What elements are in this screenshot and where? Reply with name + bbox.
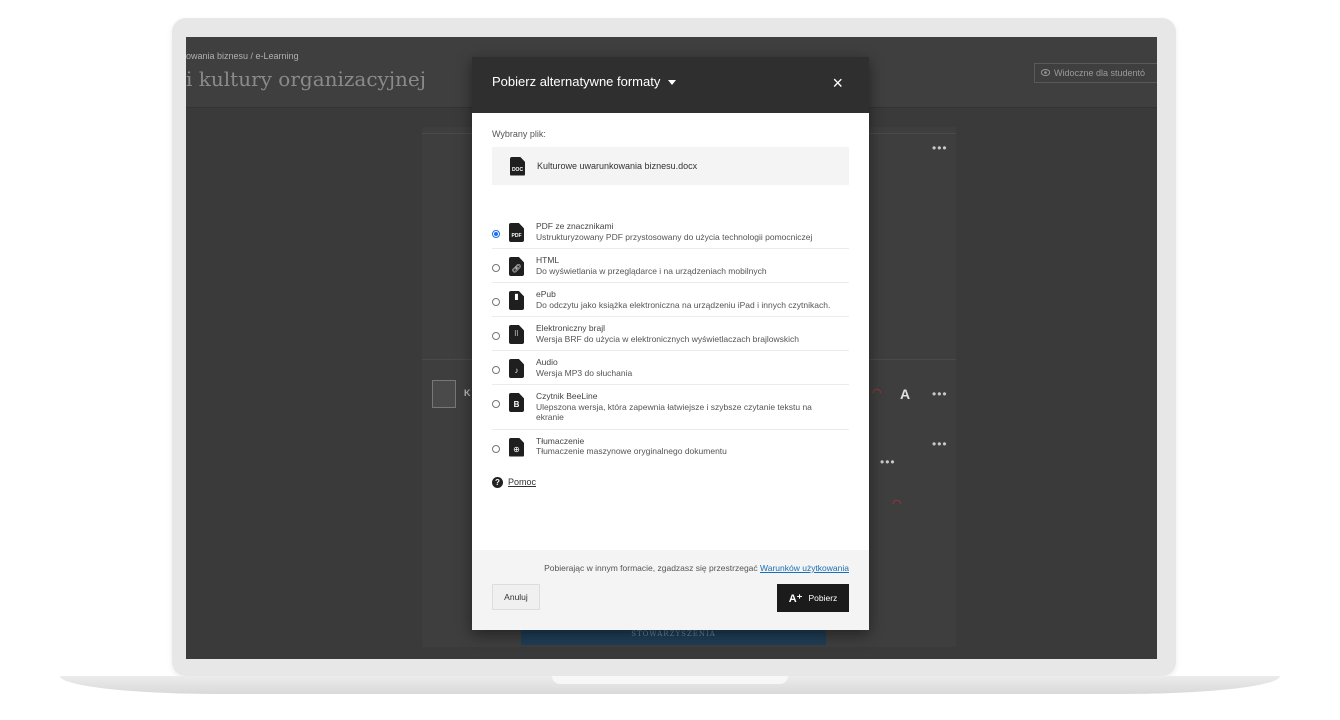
format-option-braille[interactable]: ⠿ Elektroniczny brajl Wersja BRF do użyci… xyxy=(492,317,849,351)
close-icon[interactable]: × xyxy=(832,73,843,94)
dialog-title: Pobierz alternatywne formaty xyxy=(492,74,661,89)
chevron-down-icon xyxy=(668,80,677,85)
breadcrumb[interactable]: owania biznesu / e-Learning xyxy=(186,51,299,61)
format-name: Czytnik BeeLine xyxy=(536,391,598,401)
alternative-formats-dialog: Pobierz alternatywne formaty × Wybrany p… xyxy=(472,57,869,630)
pdf-icon: PDF xyxy=(509,223,524,242)
format-name: PDF ze znacznikami xyxy=(536,221,614,231)
download-label: Pobierz xyxy=(808,593,838,603)
format-option-html[interactable]: 🔗︎ HTML Do wyświetlania w przeglądarce i … xyxy=(492,249,849,283)
pdf-icon-tag: PDF xyxy=(511,233,522,239)
radio-translation[interactable] xyxy=(492,444,500,453)
format-option-pdf[interactable]: PDF PDF ze znacznikami Ustrukturyzowany P… xyxy=(492,215,849,249)
help-link[interactable]: Pomoc xyxy=(508,477,536,487)
radio-html[interactable] xyxy=(492,264,500,272)
format-description: Wersja BRF do użycia w elektronicznych w… xyxy=(536,333,799,344)
cancel-button[interactable]: Anuluj xyxy=(492,584,540,610)
format-description: Ustrukturyzowany PDF przystosowany do uż… xyxy=(536,231,813,242)
doc-file-icon: DOC xyxy=(510,156,525,176)
alert-icon[interactable]: ◠ xyxy=(872,386,882,399)
format-option-audio[interactable]: ♪ Audio Wersja MP3 do słuchania xyxy=(492,351,849,385)
selected-file: DOC Kulturowe uwarunkowania biznesu.docx xyxy=(492,147,849,185)
format-option-beeline[interactable]: B Czytnik BeeLine Ulepszona wersja, która… xyxy=(492,385,849,430)
item-title[interactable]: K xyxy=(464,388,471,398)
radio-beeline[interactable] xyxy=(492,400,500,408)
globe-icon: ⊕ xyxy=(509,437,524,457)
braille-icon: ⠿ xyxy=(509,325,524,344)
epub-bookmark-icon: ▮ xyxy=(509,291,524,310)
radio-braille[interactable] xyxy=(492,332,500,340)
more-options-icon[interactable]: ••• xyxy=(932,437,948,451)
document-icon xyxy=(432,380,456,408)
download-button[interactable]: A⁺ Pobierz xyxy=(777,584,849,612)
terms-text: Pobierając w innym formacie, zgadzasz si… xyxy=(544,563,761,573)
format-name: Tłumaczenie xyxy=(536,435,585,446)
selected-file-label: Wybrany plik: xyxy=(492,129,546,139)
format-description: Wersja MP3 do słuchania xyxy=(536,367,633,378)
format-list: PDF PDF ze znacznikami Ustrukturyzowany P… xyxy=(492,215,849,463)
dialog-title-dropdown[interactable]: Pobierz alternatywne formaty xyxy=(492,74,677,89)
format-name: ePub xyxy=(536,289,556,299)
more-options-icon[interactable]: ••• xyxy=(932,387,948,401)
terms-notice: Pobierając w innym formacie, zgadzasz si… xyxy=(544,563,849,573)
format-name: Audio xyxy=(536,357,558,367)
accessibility-icon[interactable]: A xyxy=(900,386,910,402)
visibility-button[interactable]: Widoczne dla studentó xyxy=(1034,63,1157,83)
radio-epub[interactable] xyxy=(492,298,500,306)
format-option-translation[interactable]: ⊕ Tłumaczenie Tłumaczenie maszynowe orygi… xyxy=(492,430,849,463)
page-title: i kultury organizacyjnej xyxy=(186,67,426,91)
more-options-icon[interactable]: ••• xyxy=(932,141,948,155)
format-description: Do wyświetlania w przeglądarce i na urzą… xyxy=(536,265,767,276)
doc-file-icon-tag: DOC xyxy=(511,166,524,173)
html-link-icon: 🔗︎ xyxy=(509,257,524,276)
beeline-icon: B xyxy=(509,393,524,412)
format-name: Elektroniczny brajl xyxy=(536,323,605,333)
visibility-label: Widoczne dla studentó xyxy=(1054,68,1146,78)
format-description: Tłumaczenie maszynowe oryginalnego dokum… xyxy=(536,446,727,456)
alert-icon[interactable]: ◠ xyxy=(892,497,902,510)
format-description: Ulepszona wersja, która zapewnia łatwiej… xyxy=(536,401,812,423)
terms-link[interactable]: Warunków użytkowania xyxy=(760,563,849,573)
format-name: HTML xyxy=(536,255,560,265)
laptop-notch xyxy=(552,676,788,684)
dialog-header: Pobierz alternatywne formaty × xyxy=(472,57,869,113)
ally-download-icon: A⁺ xyxy=(788,592,803,605)
more-options-icon[interactable]: ••• xyxy=(880,455,896,469)
selected-file-name: Kulturowe uwarunkowania biznesu.docx xyxy=(537,161,698,171)
screen: owania biznesu / e-Learning i kultury or… xyxy=(186,37,1157,659)
format-option-epub[interactable]: ▮ ePub Do odczytu jako książka elektronic… xyxy=(492,283,849,317)
question-icon: ? xyxy=(492,476,503,488)
radio-audio[interactable] xyxy=(492,366,500,374)
radio-pdf[interactable] xyxy=(492,230,500,238)
dialog-body: Wybrany plik: DOC Kulturowe uwarunkowani… xyxy=(472,113,869,488)
audio-note-icon: ♪ xyxy=(509,359,524,378)
format-description: Do odczytu jako książka elektroniczna na… xyxy=(536,299,831,310)
eye-icon xyxy=(1040,68,1051,78)
help-link-row[interactable]: ? Pomoc xyxy=(492,476,849,488)
dialog-footer: Pobierając w innym formacie, zgadzasz si… xyxy=(472,550,869,630)
